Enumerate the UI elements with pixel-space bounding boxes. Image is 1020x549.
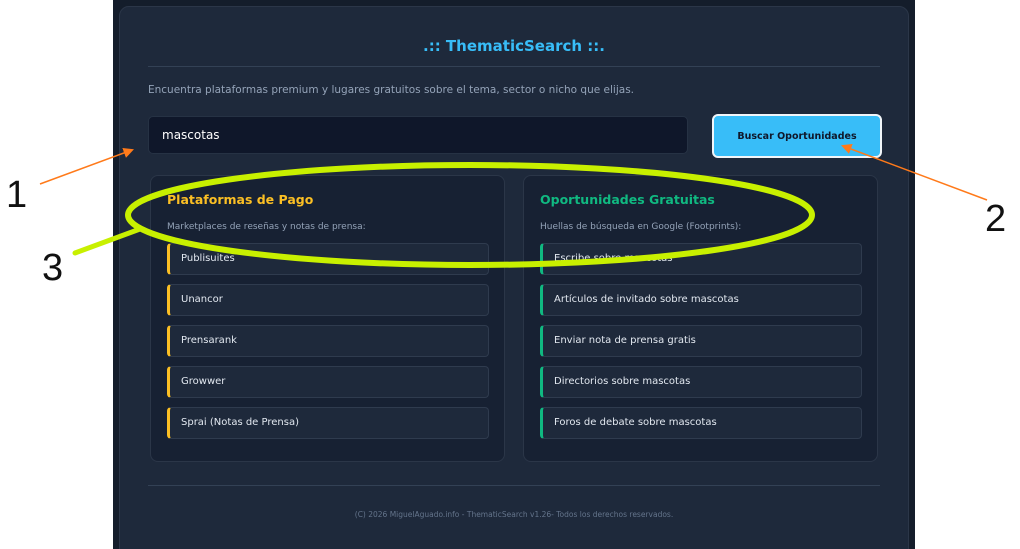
free-opportunities-card: Oportunidades Gratuitas Huellas de búsqu… (523, 175, 878, 462)
footer-divider (148, 485, 880, 486)
footprint-link[interactable]: Artículos de invitado sobre mascotas (540, 284, 862, 316)
footprint-link[interactable]: Directorios sobre mascotas (540, 366, 862, 398)
app-title: .:: ThematicSearch ::. (423, 37, 605, 55)
free-opportunities-description: Huellas de búsqueda en Google (Footprint… (540, 222, 742, 232)
annotation-label-3: 3 (42, 247, 64, 289)
footer-text: (C) 2026 MiguelAguado.info - ThematicSea… (354, 510, 674, 519)
annotated-screenshot: .:: ThematicSearch ::. Encuentra platafo… (0, 0, 1020, 549)
footprint-link[interactable]: Escribe sobre mascotas (540, 243, 862, 275)
free-opportunities-title: Oportunidades Gratuitas (540, 192, 715, 207)
paid-platform-link[interactable]: Sprai (Notas de Prensa) (167, 407, 489, 439)
free-opportunities-list: Escribe sobre mascotas Artículos de invi… (540, 243, 862, 448)
paid-platform-link[interactable]: Growwer (167, 366, 489, 398)
main-panel: .:: ThematicSearch ::. Encuentra platafo… (119, 6, 909, 549)
search-button[interactable]: Buscar Oportunidades (712, 114, 882, 158)
footprint-link[interactable]: Enviar nota de prensa gratis (540, 325, 862, 357)
paid-platforms-title: Plataformas de Pago (167, 192, 314, 207)
paid-platforms-description: Marketplaces de reseñas y notas de prens… (167, 222, 366, 232)
paid-platform-link[interactable]: Publisuites (167, 243, 489, 275)
app-window: .:: ThematicSearch ::. Encuentra platafo… (113, 0, 915, 549)
annotation-label-1: 1 (6, 174, 28, 216)
app-subtitle: Encuentra plataformas premium y lugares … (148, 84, 635, 96)
paid-platform-link[interactable]: Unancor (167, 284, 489, 316)
footprint-link[interactable]: Foros de debate sobre mascotas (540, 407, 862, 439)
search-input[interactable] (148, 116, 688, 154)
paid-platforms-list: Publisuites Unancor Prensarank Growwer S… (167, 243, 489, 448)
paid-platforms-card: Plataformas de Pago Marketplaces de rese… (150, 175, 505, 462)
annotation-label-2: 2 (985, 198, 1007, 240)
title-divider (148, 66, 880, 67)
paid-platform-link[interactable]: Prensarank (167, 325, 489, 357)
